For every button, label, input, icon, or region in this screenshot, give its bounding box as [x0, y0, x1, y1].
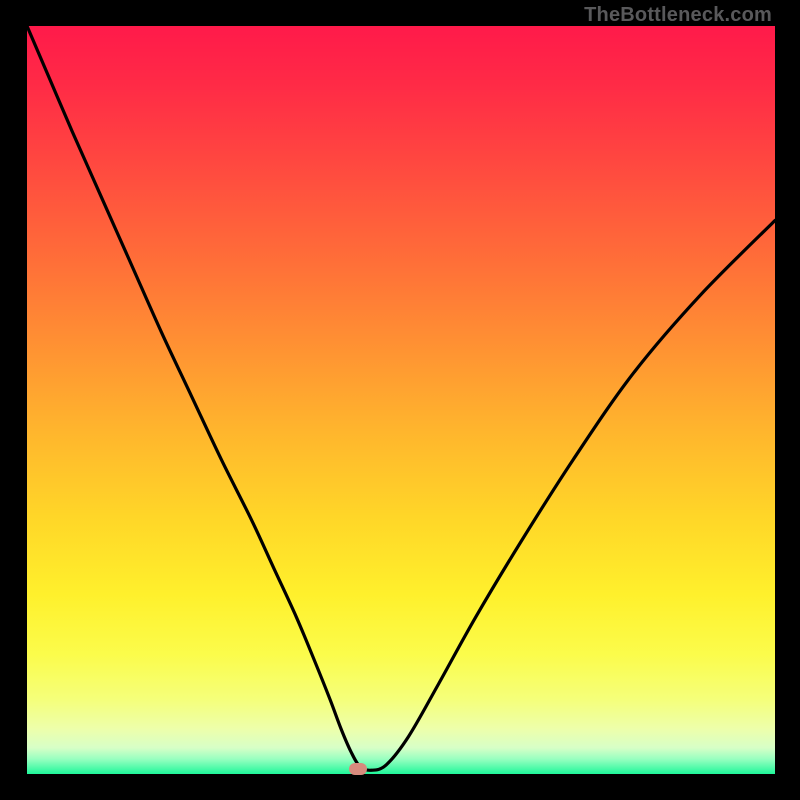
bottleneck-curve	[27, 26, 775, 774]
minimum-marker	[349, 763, 367, 775]
watermark-text: TheBottleneck.com	[584, 4, 772, 27]
chart-frame: TheBottleneck.com	[0, 0, 800, 800]
